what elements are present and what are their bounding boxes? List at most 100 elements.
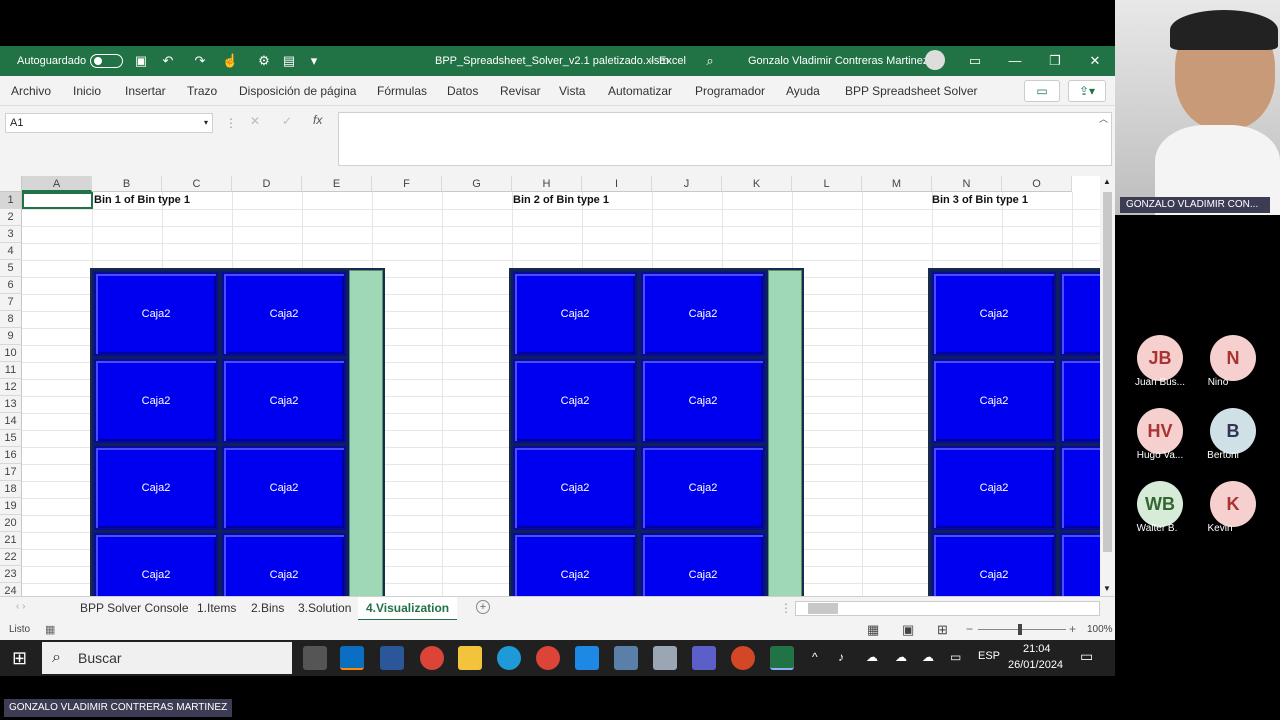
autosave-toggle[interactable] xyxy=(90,54,123,68)
row-header[interactable]: 4 xyxy=(0,243,22,260)
column-header[interactable]: E xyxy=(302,176,372,192)
column-header[interactable]: I xyxy=(582,176,652,192)
bin-1[interactable]: Caja2 Caja2 Caja2 Caja2 Caja2 Caja2 Caja… xyxy=(90,268,385,620)
column-header[interactable]: F xyxy=(372,176,442,192)
box-item[interactable]: Caja2 xyxy=(932,359,1056,443)
row-header[interactable]: 9 xyxy=(0,328,22,345)
chevron-down-icon[interactable]: ▾ xyxy=(204,114,208,132)
row-header[interactable]: 14 xyxy=(0,413,22,430)
column-header[interactable]: O xyxy=(1002,176,1072,192)
row-header[interactable]: 22 xyxy=(0,549,22,566)
bin-2[interactable]: Caja2 Caja2 Caja2 Caja2 Caja2 Caja2 Caja… xyxy=(509,268,804,620)
zoom-out-icon[interactable]: − xyxy=(966,622,973,636)
box-item[interactable]: Caja2 xyxy=(222,272,346,356)
macro-icon[interactable]: ▦ xyxy=(45,623,55,636)
undo-icon[interactable]: ↶ xyxy=(160,53,176,69)
edge-icon[interactable] xyxy=(497,646,521,670)
column-header[interactable]: D xyxy=(232,176,302,192)
box-item[interactable]: Caja2 xyxy=(513,446,637,530)
participant-avatar[interactable]: JB xyxy=(1137,335,1183,381)
chrome-icon[interactable] xyxy=(420,646,444,670)
row-header[interactable]: 8 xyxy=(0,311,22,328)
row-header[interactable]: 21 xyxy=(0,532,22,549)
add-sheet-icon[interactable]: + xyxy=(476,600,490,614)
tab-items[interactable]: 1.Items xyxy=(197,601,236,615)
name-box[interactable]: A1 ▾ xyxy=(5,113,213,133)
row-header[interactable]: 16 xyxy=(0,447,22,464)
customize-qat-icon[interactable]: ▾ xyxy=(306,53,322,69)
bin-3[interactable]: Caja2 Caja2 Caja2 Caja2 xyxy=(928,268,1115,620)
outlook-icon[interactable] xyxy=(340,646,364,670)
tab-disposicion[interactable]: Disposición de página xyxy=(239,84,356,98)
notifications-icon[interactable]: ▭ xyxy=(1080,648,1093,665)
diagram-icon[interactable]: ⚙ xyxy=(256,53,272,69)
maximize-icon[interactable]: ❐ xyxy=(1047,53,1063,69)
column-header[interactable]: B xyxy=(92,176,162,192)
participant-avatar[interactable]: K xyxy=(1210,481,1256,527)
tab-formulas[interactable]: Fórmulas xyxy=(377,84,427,98)
tab-revisar[interactable]: Revisar xyxy=(500,84,541,98)
user-avatar[interactable] xyxy=(925,50,945,70)
page-layout-icon[interactable]: ▣ xyxy=(902,622,914,638)
row-header[interactable]: 11 xyxy=(0,362,22,379)
vertical-scrollbar[interactable]: ▲ ▼ xyxy=(1100,176,1115,596)
scroll-thumb[interactable] xyxy=(1103,192,1112,552)
box-item[interactable]: Caja2 xyxy=(932,446,1056,530)
formula-input[interactable] xyxy=(338,112,1112,166)
zoom-thumb[interactable] xyxy=(1018,624,1022,635)
row-header[interactable]: 7 xyxy=(0,294,22,311)
box-item[interactable]: Caja2 xyxy=(513,359,637,443)
row-header[interactable]: 13 xyxy=(0,396,22,413)
tab-inicio[interactable]: Inicio xyxy=(73,84,101,98)
tab-bpp-solver-console[interactable]: BPP Solver Console xyxy=(80,601,189,615)
active-cell[interactable] xyxy=(22,192,93,209)
tab-bpp-solver[interactable]: BPP Spreadsheet Solver xyxy=(845,84,978,98)
share-button[interactable]: ⇪▾ xyxy=(1068,80,1106,102)
minimize-icon[interactable]: — xyxy=(1007,53,1023,69)
column-header[interactable]: N xyxy=(932,176,1002,192)
column-header[interactable]: J xyxy=(652,176,722,192)
tab-insertar[interactable]: Insertar xyxy=(125,84,166,98)
clock-date[interactable]: 26/01/2024 xyxy=(1008,659,1063,671)
file-explorer-icon[interactable] xyxy=(458,646,482,670)
powerpoint-icon[interactable] xyxy=(731,646,755,670)
teams-icon[interactable] xyxy=(692,646,716,670)
box-item[interactable]: Caja2 xyxy=(513,272,637,356)
row-header[interactable]: 2 xyxy=(0,209,22,226)
hscroll-thumb[interactable] xyxy=(808,603,838,614)
confirm-icon[interactable]: ✓ xyxy=(282,114,292,128)
photos-icon[interactable] xyxy=(614,646,638,670)
participant-avatar[interactable]: N xyxy=(1210,335,1256,381)
row-header[interactable]: 5 xyxy=(0,260,22,277)
zoom-slider[interactable] xyxy=(978,629,1066,630)
word-icon[interactable] xyxy=(380,646,404,670)
box-item[interactable]: Caja2 xyxy=(641,359,765,443)
battery-icon[interactable]: ▭ xyxy=(950,650,961,664)
save-icon[interactable]: ▣ xyxy=(133,53,149,69)
page-break-icon[interactable]: ⊞ xyxy=(937,622,948,638)
tab-automatizar[interactable]: Automatizar xyxy=(608,84,672,98)
excel-icon[interactable] xyxy=(770,646,794,670)
onedrive-icon[interactable]: ☁ xyxy=(866,650,878,664)
volume-icon[interactable]: ♪ xyxy=(838,650,844,664)
touch-mode-icon[interactable]: ☝ xyxy=(222,53,238,69)
chrome-profile-icon[interactable] xyxy=(536,646,560,670)
tab-ayuda[interactable]: Ayuda xyxy=(786,84,820,98)
box-item[interactable]: Caja2 xyxy=(932,272,1056,356)
worksheet-grid[interactable]: ABCDEFGHIJKLMNO 1 2 3 4 5 6 7 8 9 10 11 12 13 14 15 16 1… xyxy=(0,176,1115,620)
participant-avatar[interactable]: HV xyxy=(1137,408,1183,454)
box-item[interactable]: Caja2 xyxy=(94,359,218,443)
tab-visualization[interactable]: 4.Visualization xyxy=(358,597,458,621)
box-item[interactable]: Caja2 xyxy=(641,272,765,356)
row-header[interactable]: 15 xyxy=(0,430,22,447)
collapse-icon[interactable]: ︿ xyxy=(1099,112,1108,125)
column-header[interactable]: G xyxy=(442,176,512,192)
box-item[interactable]: Caja2 xyxy=(94,272,218,356)
scroll-up-icon[interactable]: ▲ xyxy=(1103,177,1111,186)
cancel-icon[interactable]: ✕ xyxy=(250,114,260,128)
row-header[interactable]: 18 xyxy=(0,481,22,498)
onedrive-error2-icon[interactable]: ☁ xyxy=(922,650,934,664)
ribbon-display-icon[interactable]: ▭ xyxy=(967,53,983,69)
participant-avatar[interactable]: B xyxy=(1210,408,1256,454)
participant-avatar[interactable]: WB xyxy=(1137,481,1183,527)
